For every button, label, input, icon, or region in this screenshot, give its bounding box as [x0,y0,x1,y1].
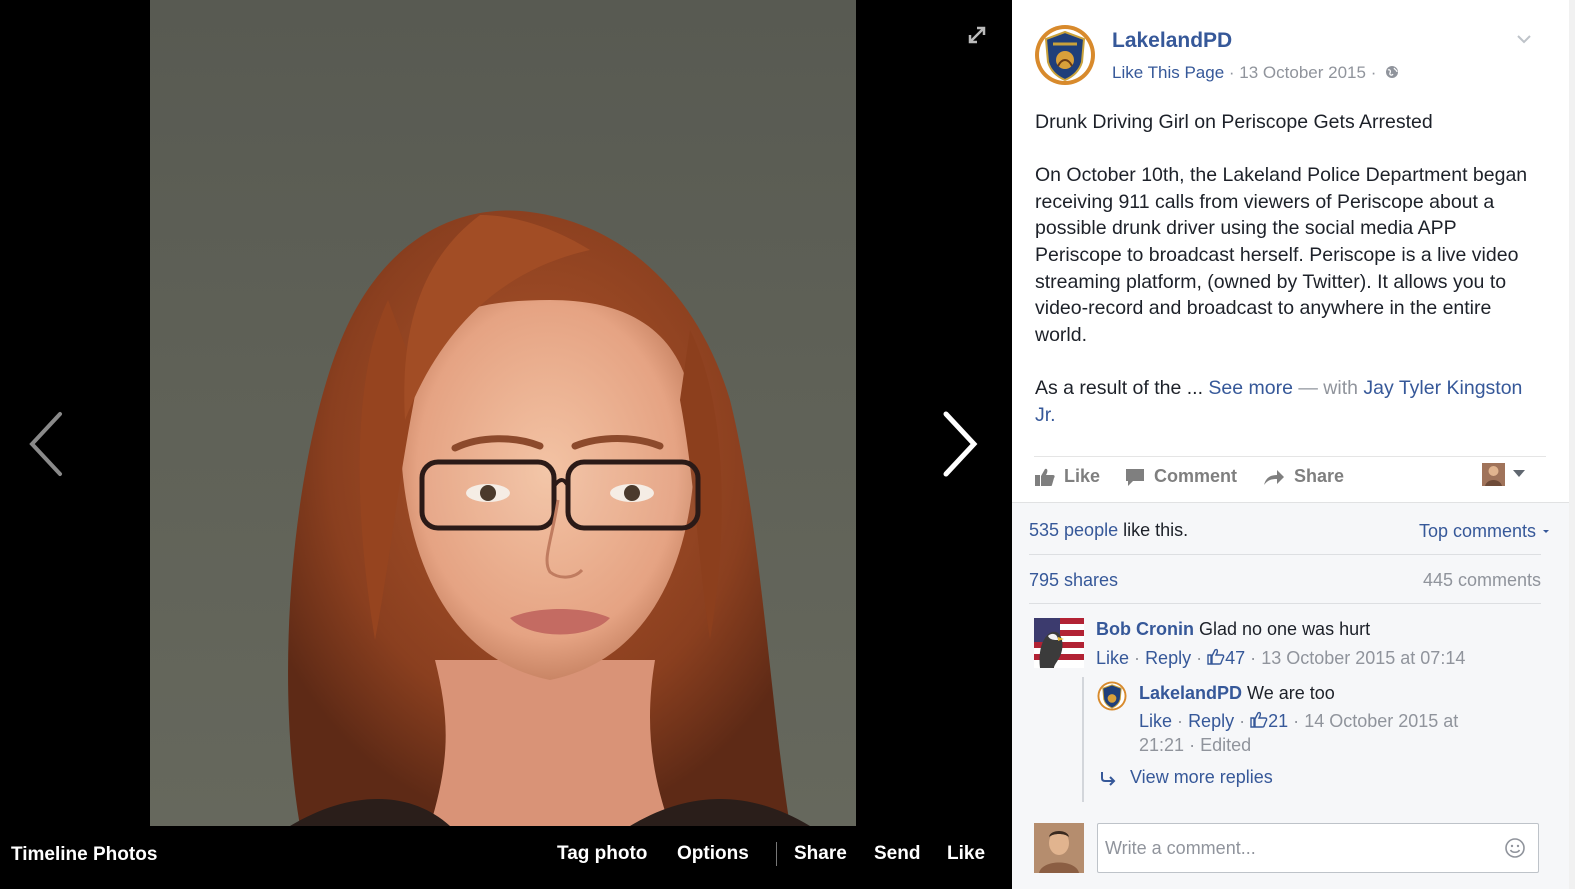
post-panel: LakelandPD Like This Page · 13 October 2… [1012,0,1575,889]
post-share-label: Share [1294,466,1345,486]
post-comment-label: Comment [1154,466,1238,486]
like-photo-button[interactable]: Like [947,843,985,865]
chevron-left-icon[interactable] [24,404,70,484]
tag-photo-button[interactable]: Tag photo [557,843,647,865]
divider [1029,603,1541,604]
album-title[interactable]: Timeline Photos [11,844,157,866]
share-arrow-icon [1264,470,1284,485]
divider [1029,554,1541,555]
photo-stage: Timeline Photos Tag photo Options Share … [0,0,1012,889]
post-share-button[interactable]: Share [1262,466,1344,492]
like-count: 47 [1225,648,1246,668]
mugshot-illustration [288,210,810,826]
mugshot-photo[interactable] [150,0,856,826]
options-button[interactable]: Options [677,843,749,865]
with-label: — with [1298,376,1358,399]
chevron-right-icon[interactable] [936,404,982,484]
post-excerpt: As a result of the ... See more — with J… [1035,375,1545,428]
likers-link[interactable]: 535 people [1029,520,1118,540]
meta-separator: · [1250,648,1257,668]
like-page-link[interactable]: Like This Page [1112,63,1224,82]
comment-meta: Like · Reply · 47 · 13 October 2015 at 0… [1096,646,1465,670]
globe-icon [1386,66,1399,78]
edited-label[interactable]: Edited [1200,735,1251,755]
expand-icon[interactable] [964,22,990,48]
likes-suffix: like this. [1123,520,1189,540]
post-body: On October 10th, the Lakeland Police Dep… [1035,164,1528,346]
reply-arrow-icon [1101,772,1116,786]
shares-link[interactable]: 795 shares [1029,570,1118,591]
see-more-link[interactable]: See more [1208,377,1293,399]
reply-body: LakelandPD We are too [1139,683,1335,704]
comment-author[interactable]: Bob Cronin [1096,619,1194,639]
meta-separator: · [1134,648,1141,668]
excerpt-start: As a result of the ... [1035,376,1203,399]
comment-timestamp[interactable]: 13 October 2015 at 07:14 [1261,648,1465,668]
thumbs-up-outline-icon [1250,711,1268,728]
meta-separator: · [1196,648,1203,668]
meta-separator: · [1177,711,1184,731]
share-photo-button[interactable]: Share [794,843,847,865]
comment-body: Bob Cronin Glad no one was hurt [1096,619,1370,640]
comment-like-link[interactable]: Like [1096,648,1129,668]
panel-scrollbar[interactable] [1569,0,1575,889]
reply-like-count[interactable]: 21 [1250,711,1288,731]
post-meta: Like This Page · 13 October 2015 · [1112,63,1399,83]
comment-like-count[interactable]: 47 [1207,648,1245,668]
meta-separator: · [1189,735,1196,755]
meta-separator: · [1228,63,1235,82]
reply-like-link[interactable]: Like [1139,711,1172,731]
post-like-button[interactable]: Like [1034,466,1100,492]
reply-text: We are too [1247,683,1335,703]
photo-action-bar: Timeline Photos Tag photo Options Share … [0,826,1012,889]
reply-thread-line [1082,677,1084,802]
comment-reply-link[interactable]: Reply [1145,648,1191,668]
chevron-down-icon[interactable] [1515,32,1533,46]
reply-author[interactable]: LakelandPD [1139,683,1242,703]
meta-separator: · [1239,711,1246,731]
current-user-avatar [1034,823,1084,873]
caret-down-icon [1513,470,1525,477]
page-avatar[interactable] [1034,24,1096,86]
feedback-section: 535 people like this. Top comments 795 s… [1012,502,1569,889]
likes-summary: 535 people like this. [1029,520,1188,541]
reply-meta: Like · Reply · 21 · 14 October 2015 at 2… [1139,709,1499,757]
reply-timestamp[interactable]: 14 October 2015 at 21:21 [1139,711,1458,755]
post-comment-button[interactable]: Comment [1124,466,1237,492]
like-count: 21 [1268,711,1289,731]
smiley-icon[interactable] [1504,837,1526,859]
police-badge-icon [1035,25,1095,85]
reply-author-avatar[interactable] [1097,681,1127,711]
meta-separator: · [1370,63,1377,82]
comments-count[interactable]: 445 comments [1423,570,1541,591]
post-date[interactable]: 13 October 2015 [1239,63,1366,82]
reply-reply-link[interactable]: Reply [1188,711,1234,731]
page-name[interactable]: LakelandPD [1112,29,1232,53]
post-title: Drunk Driving Girl on Periscope Gets Arr… [1035,111,1433,133]
view-more-label: View more replies [1130,767,1273,787]
action-separator [776,842,777,866]
thumbs-up-icon [1035,468,1055,486]
actor-picker[interactable] [1480,462,1544,488]
send-photo-button[interactable]: Send [874,843,920,865]
thumbs-up-outline-icon [1207,648,1225,665]
meta-separator: · [1293,711,1300,731]
caret-down-icon [1543,530,1549,533]
comment-input[interactable] [1097,823,1539,873]
police-badge-icon [1097,681,1127,711]
comment-icon [1126,469,1144,486]
comment-sort-dropdown[interactable]: Top comments [1419,521,1551,542]
commenter-avatar[interactable] [1034,618,1084,668]
divider [1034,456,1546,457]
view-more-replies-link[interactable]: View more replies [1100,767,1273,788]
comment-text: Glad no one was hurt [1198,619,1371,639]
post-text: Drunk Driving Girl on Periscope Gets Arr… [1035,109,1545,428]
sort-label: Top comments [1418,521,1536,541]
post-like-label: Like [1064,466,1101,486]
